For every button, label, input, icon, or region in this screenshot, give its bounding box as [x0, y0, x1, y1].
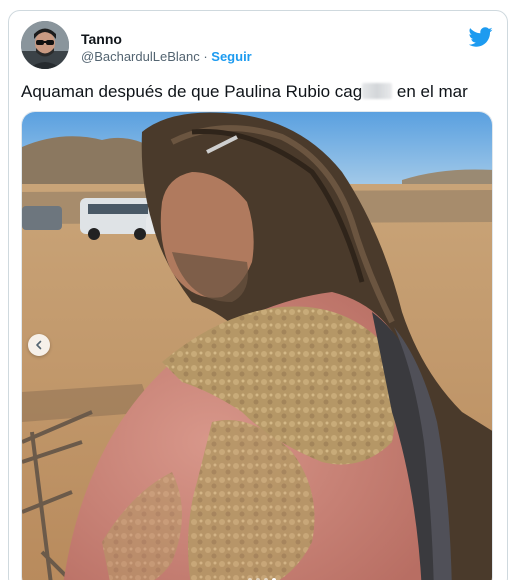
- tweet-card: Tanno @BachardulLeBlanc · Seguir Aquaman…: [8, 10, 508, 580]
- follow-button[interactable]: Seguir: [211, 49, 251, 64]
- media-photo: [22, 112, 492, 580]
- user-info: Tanno @BachardulLeBlanc · Seguir: [81, 30, 252, 66]
- separator: ·: [199, 49, 212, 64]
- display-name[interactable]: Tanno: [81, 30, 252, 48]
- tweet-media[interactable]: [21, 111, 493, 580]
- user-handle[interactable]: @BachardulLeBlanc: [81, 49, 200, 64]
- twitter-bird-icon[interactable]: [469, 25, 493, 49]
- chevron-left-icon: [36, 340, 42, 350]
- redacted-word: [362, 83, 393, 99]
- carousel-prev-button[interactable]: [28, 334, 50, 356]
- tweet-header: Tanno @BachardulLeBlanc · Seguir: [21, 21, 495, 73]
- tweet-text-before: Aquaman después de que Paulina Rubio cag: [21, 82, 363, 101]
- handle-line: @BachardulLeBlanc · Seguir: [81, 48, 252, 66]
- tweet-text-after: en el mar: [392, 82, 468, 101]
- tweet-text: Aquaman después de que Paulina Rubio cag…: [21, 81, 497, 103]
- avatar[interactable]: [21, 21, 69, 69]
